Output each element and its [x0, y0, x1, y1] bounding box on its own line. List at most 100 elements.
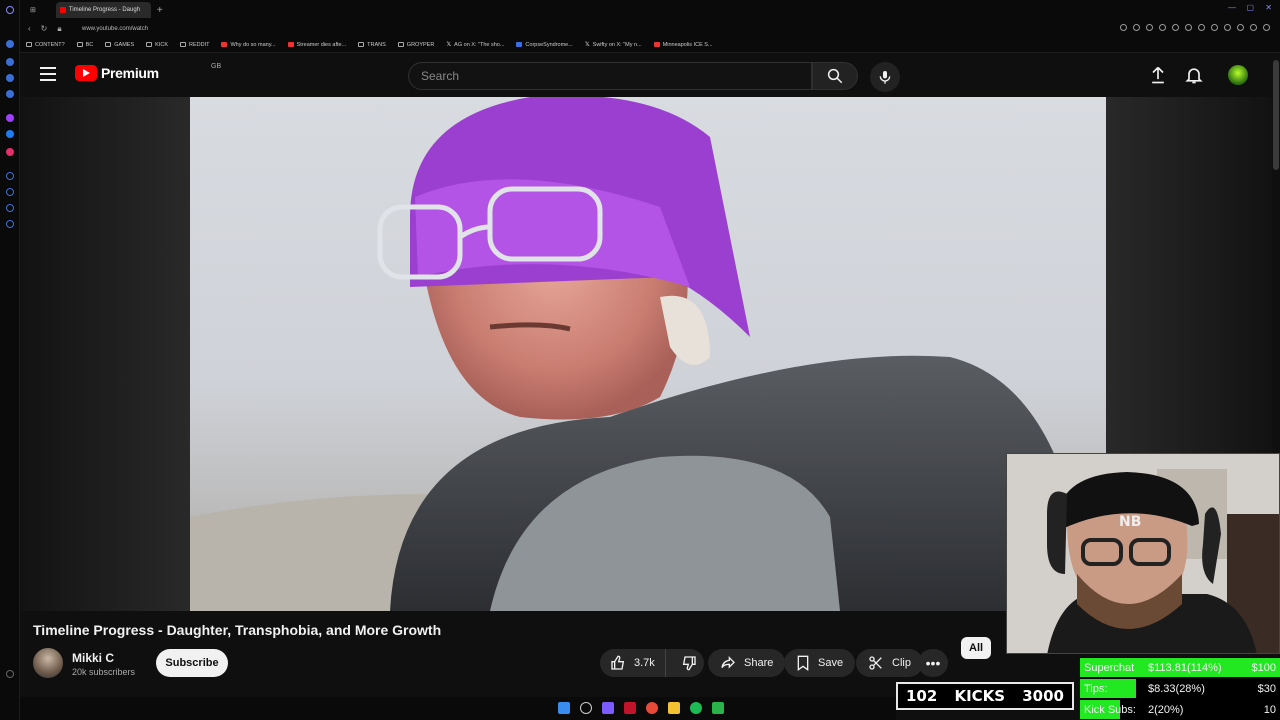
youtube-premium-logo[interactable]: Premium GB — [75, 63, 221, 81]
kicks-goal-bar: 102 KICKS 3000 — [896, 682, 1074, 710]
bookmark-icon — [797, 655, 809, 671]
sidebar-app-icon[interactable] — [6, 90, 14, 98]
share-button[interactable]: Share — [708, 649, 786, 677]
extension-icon[interactable] — [1172, 24, 1179, 31]
thumbs-down-icon — [682, 656, 696, 671]
kicks-goal: 3000 — [1022, 687, 1064, 705]
twitch-icon[interactable] — [6, 114, 14, 122]
channel-name[interactable]: Mikki C — [72, 651, 114, 665]
bookmark-label: BC — [85, 41, 94, 48]
discord-icon[interactable] — [602, 702, 614, 714]
like-button[interactable]: 3.7k — [600, 649, 666, 677]
goal-value: $113.81(114%) — [1148, 661, 1222, 674]
sidebar-app-icon[interactable] — [6, 58, 14, 66]
xbox-icon[interactable] — [712, 702, 724, 714]
extension-icon[interactable] — [1133, 24, 1140, 31]
extension-icon[interactable] — [1237, 24, 1244, 31]
bookmark-item[interactable]: Minneapolis ICE S... — [653, 42, 713, 48]
search-button[interactable] — [812, 62, 858, 90]
country-code: GB — [211, 63, 222, 70]
history-icon[interactable] — [6, 188, 14, 196]
save-button[interactable]: Save — [784, 649, 856, 677]
extension-icon[interactable] — [1146, 24, 1153, 31]
bookmark-item[interactable]: REDDIT — [180, 42, 209, 48]
play-icon[interactable] — [1211, 24, 1218, 31]
bookmarks-icon[interactable] — [6, 204, 14, 212]
bookmark-item[interactable]: 𝕏 AG on X: "The sho... — [446, 41, 504, 49]
settings-icon[interactable] — [6, 220, 14, 228]
sidebar-app-icon[interactable] — [6, 74, 14, 82]
video-player[interactable] — [190, 97, 1106, 611]
bookmark-item[interactable]: Why do so many... — [221, 42, 276, 48]
chrome-icon[interactable] — [646, 702, 658, 714]
bookmark-item[interactable]: GROYPER — [397, 42, 434, 48]
bookmark-item[interactable]: 𝕏 Swifty on X: "My n... — [585, 41, 642, 49]
youtube-logo-icon — [75, 65, 97, 81]
more-icon[interactable] — [6, 670, 14, 678]
extension-icon[interactable] — [1250, 24, 1257, 31]
bookmark-label: REDDIT — [189, 41, 210, 48]
notifications-button[interactable] — [1184, 65, 1204, 85]
menu-icon[interactable] — [1263, 24, 1270, 31]
extension-icon[interactable] — [1198, 24, 1205, 31]
clip-button[interactable]: Clip — [856, 649, 923, 677]
bookmark-label: CorpseSyndrome... — [525, 41, 573, 48]
search-icon — [827, 68, 843, 84]
minimize-icon[interactable]: — — [1228, 3, 1236, 12]
upload-button[interactable] — [1148, 65, 1168, 85]
channel-avatar[interactable] — [33, 648, 63, 678]
tab-grid-icon[interactable]: ⊞ — [30, 6, 36, 14]
messenger-icon[interactable] — [6, 130, 14, 138]
bookmark-item[interactable]: CONTENT? — [26, 42, 65, 48]
bell-icon — [1185, 68, 1203, 84]
search-input[interactable] — [408, 62, 812, 90]
back-icon[interactable]: ‹ — [28, 24, 31, 34]
bookmark-item[interactable]: Streamer dies afte... — [287, 42, 346, 48]
windows-start-icon[interactable] — [558, 702, 570, 714]
tab-active[interactable]: Timeline Progress - Daugh — [55, 2, 151, 18]
extensions-area — [1120, 24, 1270, 31]
x-icon: 𝕏 — [446, 42, 452, 48]
search-icon[interactable] — [580, 702, 592, 714]
lock-icon: 🔒︎ — [57, 23, 62, 33]
heart-icon[interactable] — [1185, 24, 1192, 31]
maximize-icon[interactable]: ▢ — [1246, 3, 1254, 12]
new-tab-button[interactable]: + — [157, 5, 163, 16]
taskbar — [20, 697, 896, 720]
bookmark-item[interactable]: TRANS — [358, 42, 386, 48]
more-actions-button[interactable]: ••• — [918, 649, 948, 677]
spotify-icon[interactable] — [690, 702, 702, 714]
folder-icon[interactable] — [668, 702, 680, 714]
opera-logo-icon[interactable] — [6, 6, 14, 14]
opera-icon[interactable] — [624, 702, 636, 714]
goal-value: $8.33(28%) — [1148, 682, 1205, 695]
like-dislike-group: 3.7k — [600, 649, 704, 677]
zoom-icon[interactable] — [1120, 24, 1127, 31]
extension-icon[interactable] — [1159, 24, 1166, 31]
url-field[interactable]: www.youtube.com/watch — [82, 26, 148, 32]
page-scrollbar[interactable] — [1273, 60, 1279, 170]
filter-chip-all[interactable]: All — [961, 637, 992, 659]
share-icon — [721, 656, 735, 669]
logo-text: Premium — [101, 65, 159, 81]
dislike-button[interactable] — [674, 649, 704, 677]
bookmark-item[interactable]: GAMES — [105, 42, 134, 48]
goal-label: Tips: — [1084, 682, 1108, 695]
sidebar-app-icon[interactable] — [6, 40, 14, 48]
subscribe-button[interactable]: Subscribe — [156, 649, 228, 677]
clip-label: Clip — [892, 657, 911, 669]
bookmark-item[interactable]: BC — [76, 41, 94, 48]
folder-icon — [146, 42, 153, 47]
bookmark-item[interactable]: KICK — [146, 42, 168, 48]
instagram-icon[interactable] — [6, 148, 14, 156]
account-avatar[interactable] — [1228, 65, 1248, 85]
voice-search-button[interactable] — [870, 62, 900, 92]
hamburger-menu-icon[interactable] — [40, 67, 56, 81]
streamer-webcam: NB — [1006, 453, 1280, 654]
youtube-icon — [653, 42, 660, 47]
close-icon[interactable]: ✕ — [1265, 3, 1272, 12]
bookmark-item[interactable]: CorpseSyndrome... — [516, 41, 573, 48]
extension-icon[interactable] — [1224, 24, 1231, 31]
sidebar-app-icon[interactable] — [6, 172, 14, 180]
reload-icon[interactable]: ↻ — [41, 24, 48, 34]
